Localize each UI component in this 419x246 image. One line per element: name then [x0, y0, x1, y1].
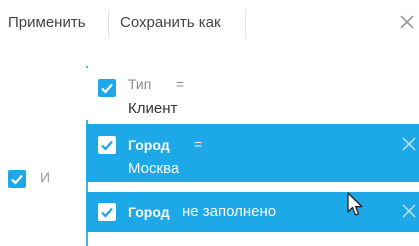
- filter-condition[interactable]: Город не заполнено: [86, 192, 419, 232]
- filter-condition[interactable]: Тип = Клиент: [86, 68, 419, 120]
- save-as-button[interactable]: Сохранить как: [120, 0, 221, 46]
- condition-value[interactable]: Клиент: [128, 100, 177, 117]
- condition-checkbox[interactable]: [98, 136, 116, 154]
- check-icon: [101, 140, 113, 151]
- condition-checkbox[interactable]: [98, 79, 116, 97]
- condition-operator[interactable]: не заполнено: [182, 203, 276, 220]
- remove-condition-icon[interactable]: [401, 136, 417, 152]
- condition-operator[interactable]: =: [176, 76, 184, 92]
- condition-field[interactable]: Город: [128, 204, 170, 220]
- group-logic-label: И: [40, 169, 51, 185]
- group-checkbox[interactable]: [8, 170, 26, 188]
- filter-toolbar: Применить Сохранить как: [0, 0, 419, 46]
- check-icon: [101, 83, 113, 94]
- remove-condition-icon[interactable]: [401, 203, 417, 219]
- toolbar-divider: [108, 10, 109, 38]
- condition-field[interactable]: Город: [128, 137, 170, 153]
- condition-checkbox[interactable]: [98, 203, 116, 221]
- check-icon: [11, 174, 23, 185]
- condition-value[interactable]: Москва: [128, 160, 179, 177]
- toolbar-divider: [245, 10, 246, 38]
- cursor-icon: [345, 191, 367, 224]
- check-icon: [101, 207, 113, 218]
- condition-operator[interactable]: =: [194, 136, 202, 152]
- apply-button[interactable]: Применить: [8, 0, 86, 46]
- filter-condition[interactable]: Город = Москва: [86, 124, 419, 182]
- condition-field[interactable]: Тип: [128, 76, 151, 92]
- close-icon[interactable]: [398, 11, 416, 33]
